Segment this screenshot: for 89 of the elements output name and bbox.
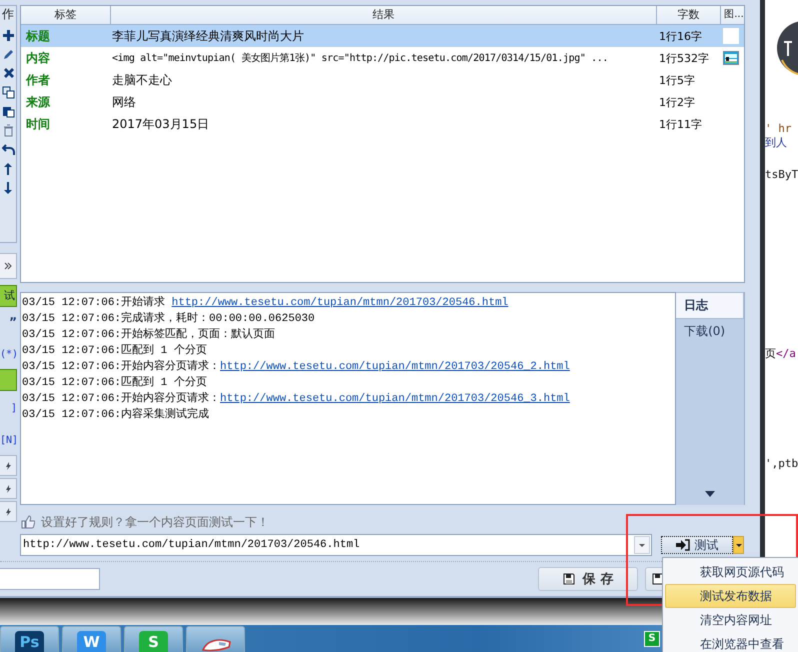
log-entry: 03/15 12:07:06:开始内容分页请求： [22,393,220,405]
lightning-icon [5,484,11,492]
table-cell-text: 内容 [25,50,51,66]
copy-icon [2,86,14,100]
column-header[interactable]: 结果 [111,6,657,24]
table-cell-text: 1行16字 [658,28,703,44]
save-icon [562,573,575,585]
blank-thumbnail [723,28,739,44]
input-field[interactable] [0,568,100,590]
caret-icon [639,544,645,546]
table-cell-text: 作者 [24,72,51,88]
table-cell-text: 网络 [111,94,137,110]
undo-icon [2,142,14,156]
log-link[interactable]: http://www.tesetu.com/tupian/mtmn/201703/20546_3.html [220,393,570,405]
table-cell-text: <img alt="meinvtupian( 美女图片第1张)" src="http://pic.tesetu.com/2017/0314/15/01.jpg" ... [111,52,610,65]
table-cell-text: 走脑不走心 [111,72,173,88]
code-text: 到人 [765,136,787,149]
log-entry: 03/15 12:07:06:完成请求，耗时：00:00:00.0625030 [22,313,315,325]
caret-icon [736,544,742,546]
log-entry: 03/15 12:07:06:匹配到 1 个分页 [22,345,207,357]
menu-item[interactable]: 在浏览器中查看 [665,632,796,652]
arrow-up-icon [2,162,14,176]
scroll-down-icon [705,491,716,497]
lightning-icon [5,462,11,470]
app-icon: Ps [15,631,44,652]
table-cell-text: 李菲儿写真演绎经典清爽风时尚大片 [111,28,305,44]
log-entry: 03/15 12:07:06:开始内容分页请求： [22,361,220,373]
table-row[interactable]: 标题 李菲儿写真演绎经典清爽风时尚大片 1行16字 [21,25,744,47]
table-cell-text: 来源 [25,94,51,110]
side-tab[interactable]: 日志 [676,292,744,319]
table-row[interactable]: 时间 2017年03月15日 1行11字 [21,113,744,135]
log-entry: 03/15 12:07:06:内容采集测试完成 [22,409,210,421]
pencil-icon [2,48,14,62]
taskbar-button[interactable] [186,626,245,652]
table-cell-text: 1行532字 [658,50,710,66]
chevron-icon [4,262,12,270]
hint-text: 设置好了规则？拿一个内容页面测试一下！ [41,514,269,530]
menu-item[interactable]: 获取网页源代码 [665,560,796,584]
table-cell-text: 1行2字 [658,94,696,110]
url-field[interactable]: http://www.tesetu.com/tupian/mtmn/201703/20546.html [20,534,652,556]
link-text[interactable]: [N] [0,435,17,449]
add-icon [2,28,14,42]
test-button[interactable]: 测试 [661,536,733,554]
enter-icon [676,539,690,551]
save-button[interactable]: 保 存 [538,567,638,591]
side-tab[interactable]: 下载(0) [676,319,744,344]
app-icon: W [77,631,106,652]
table-cell-text: 时间 [25,116,51,132]
quote-text: ” [8,315,17,331]
code-text: 页 [765,347,776,360]
table-cell-text: 2017年03月15日 [111,116,210,132]
log-entry: 03/15 12:07:06:开始请求 [22,297,166,309]
table-row[interactable]: 作者 走脑不走心 1行5字 [21,69,744,91]
table-cell-text: 标题 [24,28,51,44]
column-header[interactable]: 字数 [657,6,721,24]
arrow-down-icon [2,180,14,194]
log-entry: 03/15 12:07:06:开始标签匹配，页面：默认页面 [22,329,276,341]
trash-icon [2,124,14,138]
table-cell-text: 1行11字 [658,116,703,132]
link-text[interactable]: (*) [0,349,17,363]
dropdown-button[interactable] [733,536,744,554]
code-text: </a [776,347,796,360]
code-text: tsByT [765,168,798,181]
code-text: ' hr [765,122,792,135]
log-entry: 03/15 12:07:06:匹配到 1 个分页 [22,377,207,389]
small-button[interactable] [0,455,17,476]
column-header[interactable]: 标签 [21,6,111,24]
paste-icon [2,104,14,118]
menu-item[interactable]: 清空内容网址 [665,608,796,632]
small-button[interactable] [0,501,17,522]
small-button[interactable] [0,478,17,499]
delete-icon [2,66,14,80]
menu-item[interactable]: 测试发布数据 [665,584,796,608]
table-row[interactable]: 来源 网络 1行2字 [21,91,744,113]
column-header[interactable]: 图... [721,6,747,24]
table-cell-text: 1行5字 [658,72,696,88]
taskbar-button[interactable]: Ps [0,626,59,652]
dropdown-button[interactable] [634,536,650,554]
table-row[interactable]: 内容 <img alt="meinvtupian( 美女图片第1张)" src="http://pic.tesetu.com/2017/0314/15/01.jpg" ... 1行532字 [21,47,744,69]
log-link[interactable]: http://www.tesetu.com/tupian/mtmn/201703/20546_2.html [220,361,570,373]
test-button[interactable]: 试 [0,285,17,307]
log-link[interactable]: http://www.tesetu.com/tupian/mtmn/201703/20546.html [172,297,508,309]
lightning-icon [5,508,11,516]
toolbar-title: 作 [2,6,14,22]
link-text[interactable]: ] [0,403,17,417]
collapse-button[interactable] [0,253,17,279]
thumbs-up-icon [21,515,35,529]
app-icon: S [139,631,168,652]
code-text: ',ptb [765,457,798,470]
